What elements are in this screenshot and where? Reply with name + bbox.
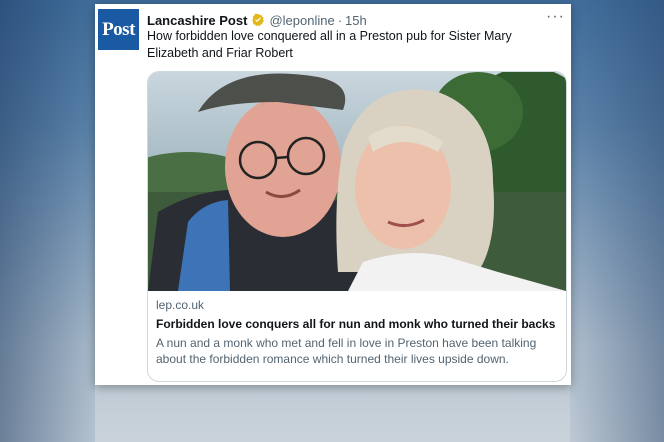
link-preview-meta: lep.co.uk Forbidden love conquers all fo…	[156, 298, 558, 367]
link-description: A nun and a monk who met and fell in lov…	[156, 336, 537, 366]
more-options-icon[interactable]: ···	[546, 8, 565, 26]
verified-badge-icon	[252, 13, 265, 27]
link-domain[interactable]: lep.co.uk	[156, 298, 558, 312]
timestamp[interactable]: 15h	[345, 13, 367, 28]
link-title[interactable]: Forbidden love conquers all for nun and …	[156, 317, 558, 331]
tweet-header: Lancashire Post @leponline · 15h	[147, 10, 563, 30]
display-name[interactable]: Lancashire Post	[147, 13, 247, 28]
background-left	[0, 0, 95, 442]
avatar-logo-text: Post	[102, 18, 135, 40]
tweet-text: How forbidden love conquered all in a Pr…	[147, 29, 512, 60]
account-handle[interactable]: @leponline	[269, 13, 334, 28]
link-preview-card[interactable]: lep.co.uk Forbidden love conquers all fo…	[147, 71, 567, 382]
photo-couple-selfie	[148, 72, 566, 291]
separator-dot: ·	[337, 12, 343, 28]
tweet-card[interactable]: Post Lancashire Post @leponline · 15h ··…	[95, 4, 571, 385]
background-right	[570, 0, 664, 442]
link-preview-image[interactable]	[148, 72, 566, 291]
avatar[interactable]: Post	[98, 9, 139, 50]
